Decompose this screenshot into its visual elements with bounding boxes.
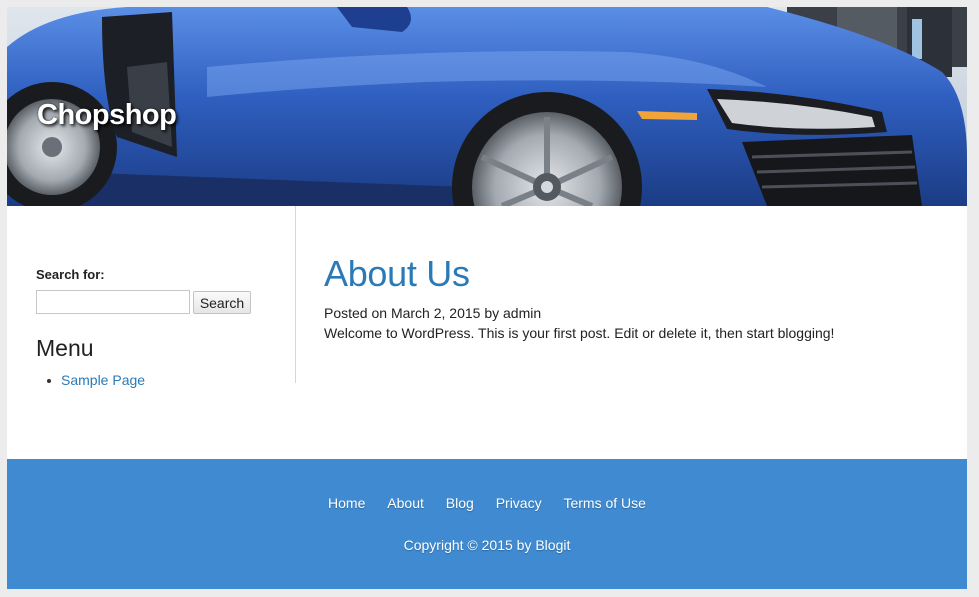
site-title[interactable]: Chopshop [37,99,177,132]
main-content: About Us Posted on March 2, 2015 by admi… [295,206,967,456]
copyright-text: Copyright © 2015 by Blogit [403,537,571,553]
menu-item: Sample Page [46,372,145,388]
search-input[interactable] [36,290,190,314]
search-button[interactable]: Search [193,291,251,314]
footer-link-blog[interactable]: Blog [446,495,474,511]
menu-heading: Menu [36,335,94,361]
footer-link-home[interactable]: Home [328,495,365,511]
page: Chopshop Search for: Search Menu Sample … [7,7,967,589]
sidebar: Search for: Search Menu Sample Page [7,206,296,388]
search-label: Search for: [36,267,105,282]
post-meta: Posted on March 2, 2015 by admin [324,305,542,321]
footer-link-privacy[interactable]: Privacy [496,495,542,511]
menu-list: Sample Page [46,372,145,388]
post-body: Welcome to WordPress. This is your first… [324,325,835,341]
menu-link-sample-page[interactable]: Sample Page [61,372,145,388]
footer-link-about[interactable]: About [387,495,424,511]
footer: Home About Blog Privacy Terms of Use Cop… [7,459,967,589]
footer-nav: Home About Blog Privacy Terms of Use [7,495,967,511]
footer-link-terms[interactable]: Terms of Use [563,495,645,511]
post-title[interactable]: About Us [324,253,470,295]
header-hero: Chopshop [7,7,967,206]
